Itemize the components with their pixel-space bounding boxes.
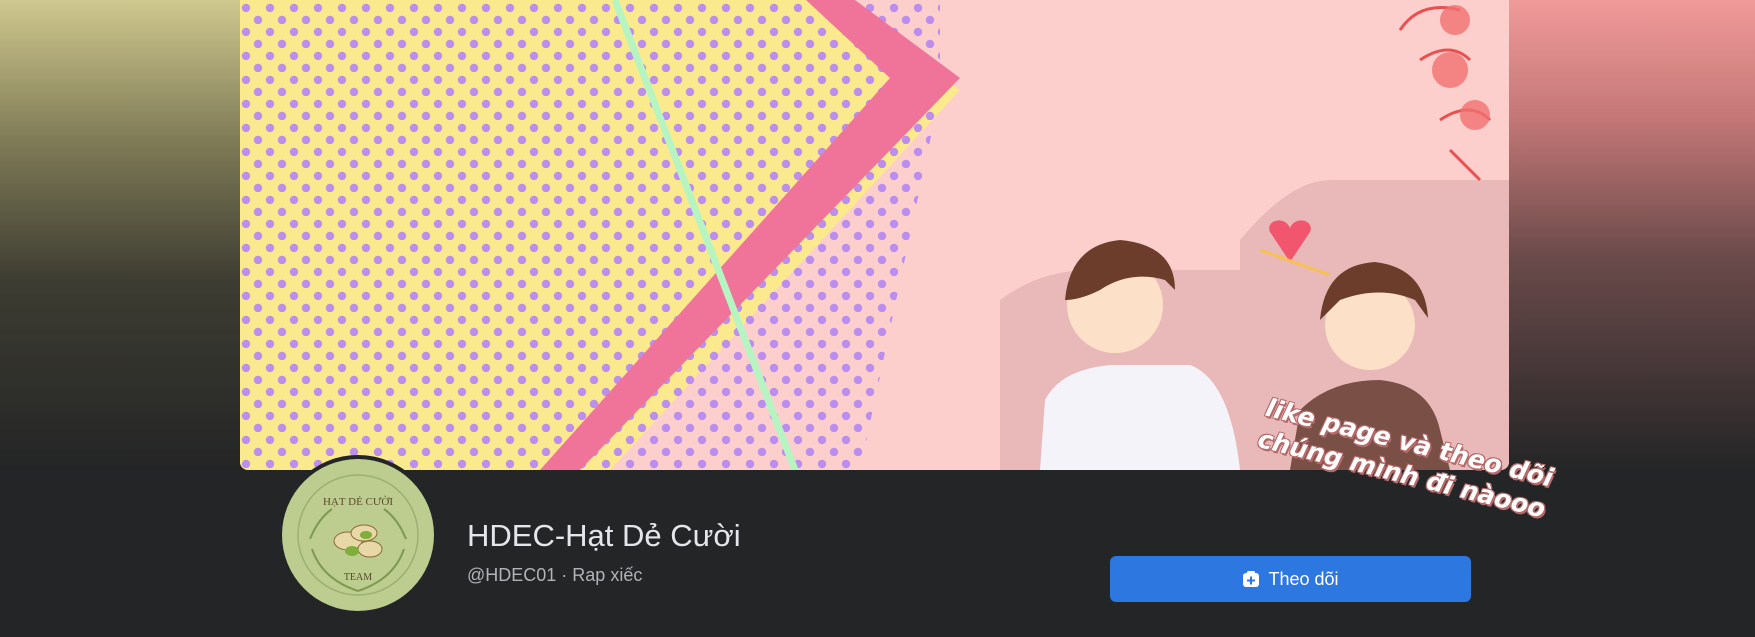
- cover-illustration: [240, 0, 1509, 470]
- svg-text:TEAM: TEAM: [344, 572, 372, 583]
- page-handle-category: @HDEC01 · Rap xiếc: [467, 565, 643, 585]
- follow-button-label: Theo dõi: [1268, 568, 1339, 589]
- svg-text:HẠT DẺ CƯỜI: HẠT DẺ CƯỜI: [323, 496, 393, 508]
- cover-backdrop-right: [1490, 0, 1755, 470]
- page-title: HDEC-Hạt Dẻ Cười: [467, 518, 741, 553]
- follow-button[interactable]: Theo dõi: [1110, 556, 1471, 602]
- cover-photo[interactable]: [240, 0, 1509, 470]
- pistachio-logo-icon: HẠT DẺ CƯỜI TEAM: [297, 474, 419, 596]
- follow-plus-icon: [1243, 571, 1260, 587]
- profile-avatar[interactable]: HẠT DẺ CƯỜI TEAM: [278, 455, 438, 615]
- avatar-logo: HẠT DẺ CƯỜI TEAM: [282, 459, 434, 611]
- cover-backdrop-left: [0, 0, 240, 470]
